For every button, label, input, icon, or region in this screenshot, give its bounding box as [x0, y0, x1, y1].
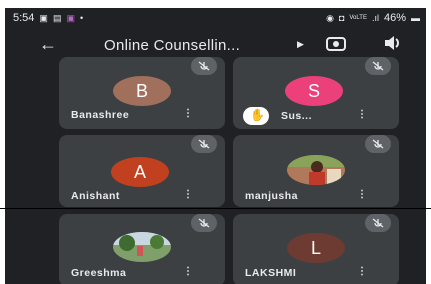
more-vert-icon[interactable]: ⋮	[357, 190, 367, 200]
participant-name: LAKSHMI	[245, 267, 297, 279]
mic-off-icon	[191, 214, 217, 232]
avatar: S	[285, 76, 343, 106]
message-notification-icon: ▤	[52, 12, 62, 23]
meeting-screen: 5:54 ▣ ▤ ▣ • ◉ ◘ VoLTE .ıl 46% ▬ ← Onlin…	[5, 8, 426, 284]
raised-hand-icon: ✋	[250, 108, 265, 122]
battery-icon: ▬	[411, 13, 420, 23]
more-vert-icon[interactable]: ⋮	[183, 190, 193, 200]
signal-icon: .ıl	[371, 13, 379, 23]
participant-name: Sus...	[281, 110, 313, 122]
avatar: B	[113, 76, 171, 106]
more-vert-icon[interactable]: ⋮	[357, 267, 367, 277]
participant-name: Banashree	[71, 109, 130, 121]
carrier-label: VoLTE	[349, 15, 367, 21]
caret-right-icon[interactable]: ▶	[297, 39, 304, 50]
profile-photo	[113, 232, 171, 262]
speaker-icon[interactable]	[384, 35, 402, 56]
participant-name: Anishant	[71, 190, 120, 202]
raised-hand-badge: ✋	[243, 107, 269, 125]
mic-off-icon	[365, 214, 391, 232]
status-bar: 5:54 ▣ ▤ ▣ • ◉ ◘ VoLTE .ıl 46% ▬	[5, 8, 426, 28]
participant-tile-lakshmi[interactable]: L LAKSHMI ⋮	[233, 214, 399, 284]
status-time: 5:54	[13, 12, 35, 24]
cast-icon: ◘	[338, 13, 345, 23]
app-notification-icon: ▣	[66, 12, 75, 23]
participant-tile-sus[interactable]: S ✋ Sus... ⋮	[233, 57, 399, 129]
meeting-title[interactable]: Online Counsellin...	[104, 37, 240, 54]
more-vert-icon[interactable]: ⋮	[183, 109, 193, 119]
profile-photo	[287, 155, 345, 185]
participant-tile-banashree[interactable]: B Banashree ⋮	[59, 57, 225, 129]
mic-off-icon	[191, 135, 217, 153]
avatar: L	[287, 233, 345, 263]
divider-line	[0, 208, 431, 209]
mic-off-icon	[191, 57, 217, 75]
battery-percent: 46%	[383, 12, 406, 24]
more-vert-icon[interactable]: ⋮	[357, 110, 367, 120]
avatar: A	[111, 157, 169, 187]
switch-camera-icon[interactable]	[326, 36, 346, 57]
more-vert-icon[interactable]: ⋮	[183, 267, 193, 277]
participant-tile-manjusha[interactable]: manjusha ⋮	[233, 135, 399, 207]
alarm-icon: ◉	[326, 12, 334, 23]
participant-tile-greeshma[interactable]: Greeshma ⋮	[59, 214, 225, 284]
mic-off-icon	[365, 57, 391, 75]
gallery-notification-icon: ▣	[39, 12, 48, 23]
participant-name: manjusha	[245, 190, 299, 202]
participant-tile-anishant[interactable]: A Anishant ⋮	[59, 135, 225, 207]
mic-off-icon	[365, 135, 391, 153]
participant-name: Greeshma	[71, 267, 127, 279]
dot-notification-icon: •	[79, 13, 84, 23]
back-arrow-icon[interactable]: ←	[39, 34, 57, 55]
